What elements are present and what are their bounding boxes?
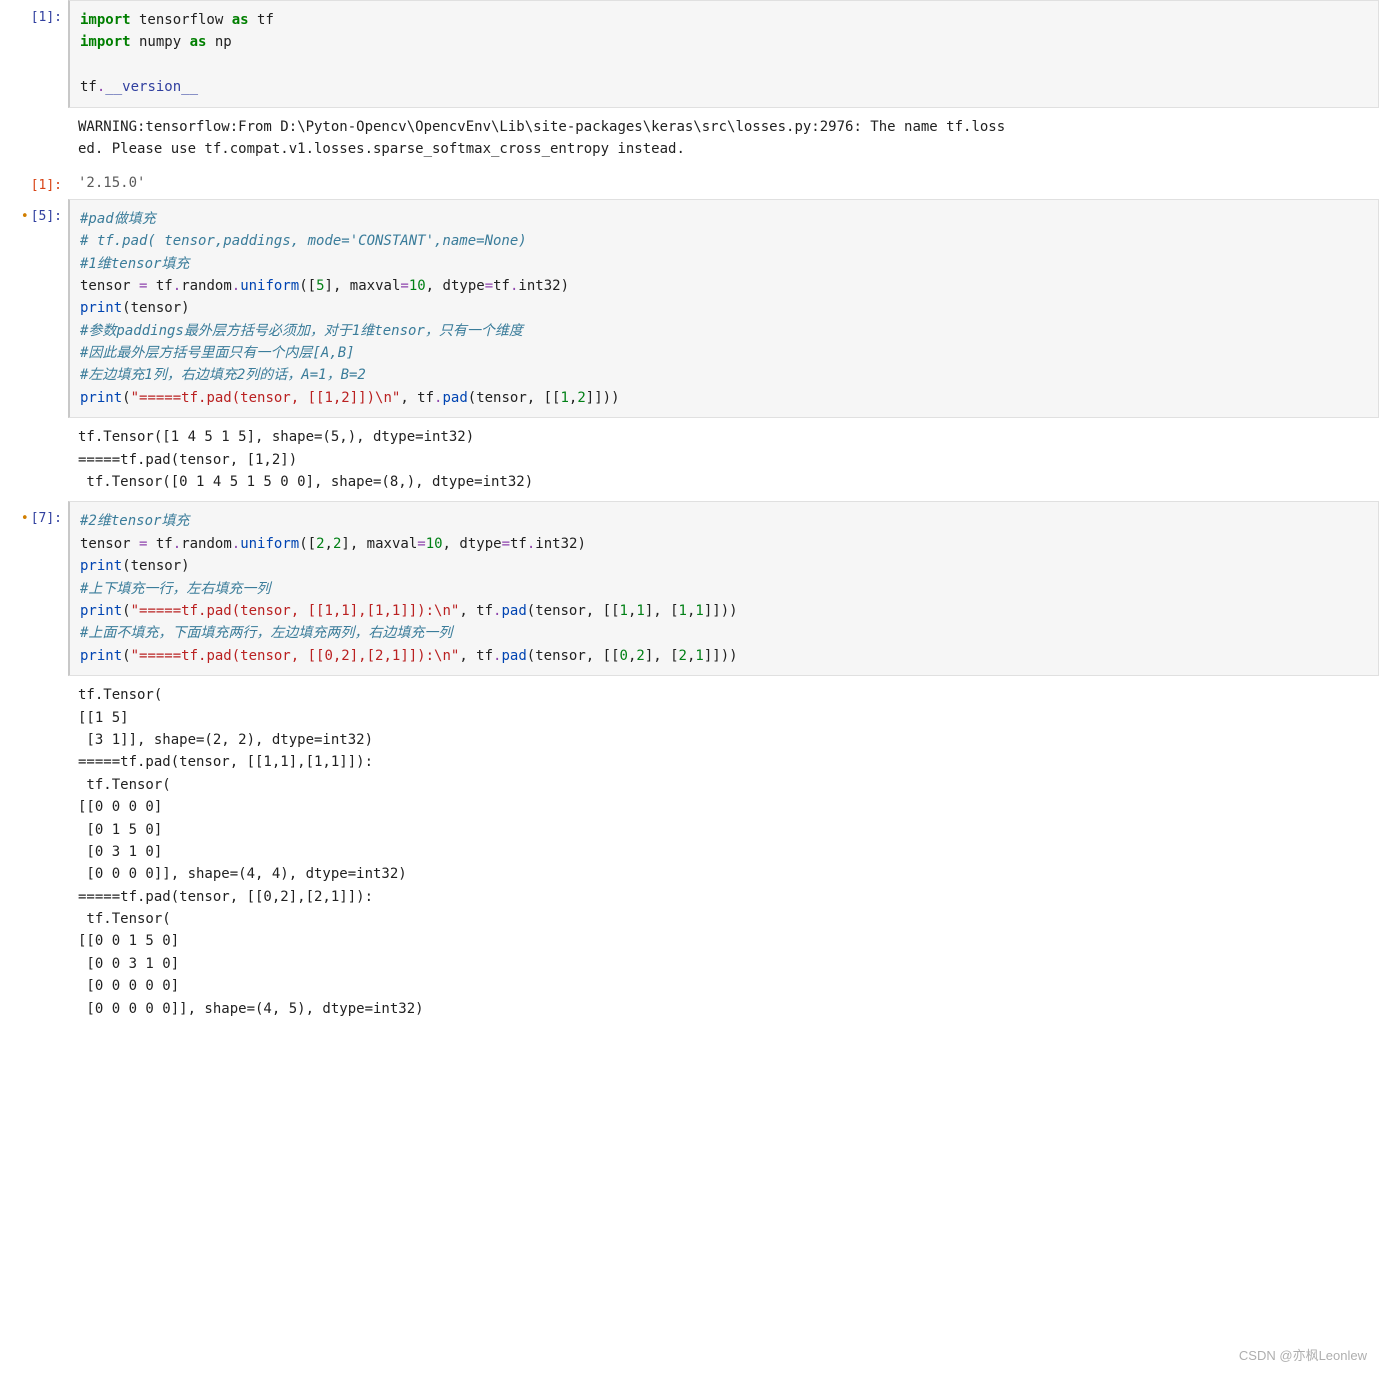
code-input[interactable]: #pad做填充 # tf.pad( tensor,paddings, mode=… [68, 199, 1379, 419]
input-prompt-label: [5]: [31, 209, 62, 224]
watermark: CSDN @亦枫Leonlew [1239, 1346, 1367, 1367]
output-body: tf.Tensor( [[1 5] [3 1]], shape=(2, 2), … [68, 676, 1379, 1028]
code-input[interactable]: #2维tensor填充 tensor = tf.random.uniform([… [68, 501, 1379, 676]
cell-body: #pad做填充 # tf.pad( tensor,paddings, mode=… [68, 199, 1379, 419]
input-prompt-label: [1]: [31, 10, 62, 25]
output-prompt-label: [1]: [31, 178, 62, 193]
code-input[interactable]: import tensorflow as tf import numpy as … [68, 0, 1379, 108]
output-prompt [0, 676, 68, 684]
output-prompt [0, 108, 68, 116]
input-prompt: [1]: [0, 0, 68, 29]
output-stream: tf.Tensor( [[1 5] [3 1]], shape=(2, 2), … [68, 676, 1379, 1028]
output-body: WARNING:tensorflow:From D:\Pyton-Opencv\… [68, 108, 1379, 169]
output-row: [1]: '2.15.0' [0, 168, 1379, 198]
output-body: '2.15.0' [68, 168, 1379, 198]
output-result: '2.15.0' [68, 168, 1379, 198]
code-cell: •[7]:#2维tensor填充 tensor = tf.random.unif… [0, 501, 1379, 676]
input-prompt: •[7]: [0, 501, 68, 530]
output-body: tf.Tensor([1 4 5 1 5], shape=(5,), dtype… [68, 418, 1379, 501]
code-cell: •[5]:#pad做填充 # tf.pad( tensor,paddings, … [0, 199, 1379, 419]
output-row: tf.Tensor([1 4 5 1 5], shape=(5,), dtype… [0, 418, 1379, 501]
output-stream: WARNING:tensorflow:From D:\Pyton-Opencv\… [68, 108, 1379, 169]
modified-dot-icon: • [21, 511, 29, 526]
output-stream: tf.Tensor([1 4 5 1 5], shape=(5,), dtype… [68, 418, 1379, 501]
cell-body: import tensorflow as tf import numpy as … [68, 0, 1379, 108]
modified-dot-icon: • [21, 209, 29, 224]
input-prompt-label: [7]: [31, 511, 62, 526]
output-prompt: [1]: [0, 168, 68, 197]
output-prompt [0, 418, 68, 426]
code-cell: [1]: import tensorflow as tf import numpy… [0, 0, 1379, 108]
cell-body: #2维tensor填充 tensor = tf.random.uniform([… [68, 501, 1379, 676]
notebook: [1]: import tensorflow as tf import numpy… [0, 0, 1379, 1028]
input-prompt: •[5]: [0, 199, 68, 228]
output-row: tf.Tensor( [[1 5] [3 1]], shape=(2, 2), … [0, 676, 1379, 1028]
output-row: WARNING:tensorflow:From D:\Pyton-Opencv\… [0, 108, 1379, 169]
